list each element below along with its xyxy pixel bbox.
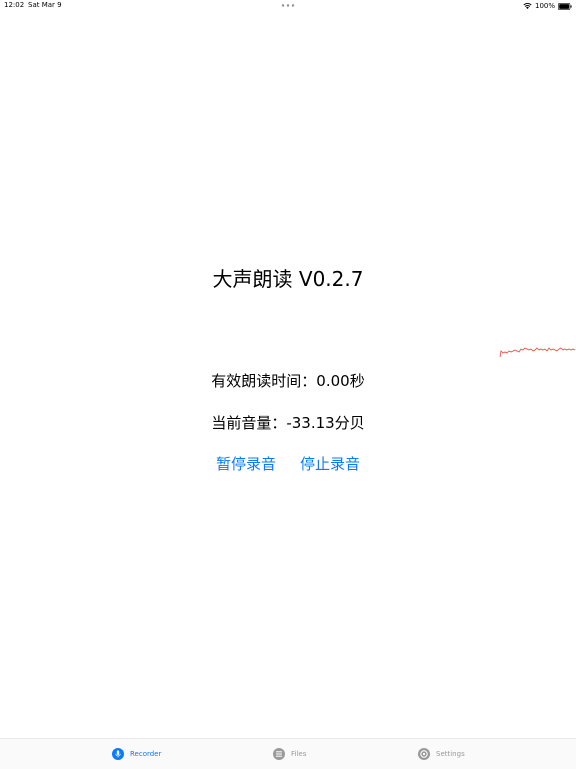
tab-recorder[interactable]: Recorder: [112, 748, 161, 760]
multitasking-dots-icon[interactable]: [281, 4, 295, 7]
mic-icon: [112, 748, 124, 760]
current-volume: 当前音量：-33.13分贝: [211, 414, 365, 432]
tab-files[interactable]: Files: [273, 748, 306, 760]
wifi-icon: [523, 3, 532, 9]
stop-recording-button[interactable]: 停止录音: [300, 453, 360, 475]
battery-icon: [558, 2, 572, 10]
volume-waveform: [499, 347, 576, 358]
tab-label-files: Files: [291, 750, 307, 758]
tab-settings[interactable]: Settings: [418, 748, 465, 760]
tab-bar: Recorder Files Settings: [0, 738, 576, 769]
gear-icon: [418, 748, 430, 760]
tab-label-settings: Settings: [436, 750, 465, 758]
pause-recording-button[interactable]: 暂停录音: [216, 453, 276, 475]
status-right: 100%: [523, 1, 572, 11]
tab-label-recorder: Recorder: [130, 750, 162, 758]
recording-controls: 暂停录音 停止录音: [0, 453, 576, 475]
list-icon: [273, 748, 285, 760]
app-title: 大声朗读 V0.2.7: [212, 267, 364, 291]
status-bar: 12:02 Sat Mar 9 100%: [0, 0, 576, 12]
effective-reading-time: 有效朗读时间：0.00秒: [211, 372, 365, 390]
battery-percentage: 100%: [534, 1, 555, 10]
status-time: 12:02: [4, 1, 25, 9]
status-date: Sat Mar 9: [28, 1, 62, 9]
